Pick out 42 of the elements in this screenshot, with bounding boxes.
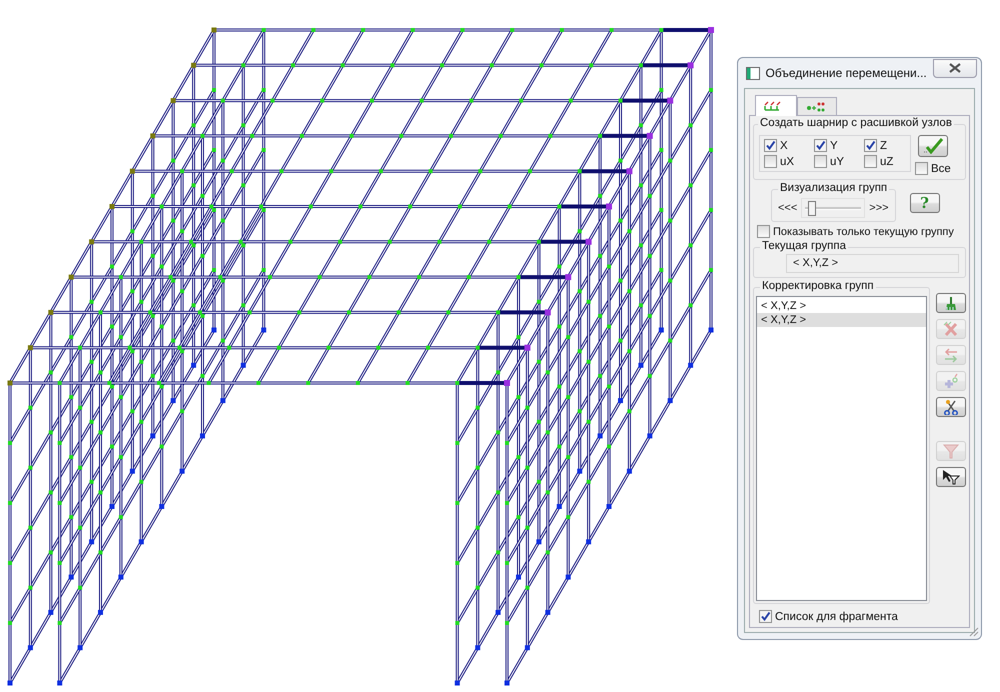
cross-icon (942, 321, 960, 337)
checkbox[interactable]: Список для фрагмента (753, 607, 898, 623)
current-group-field: < X,Y,Z > (786, 254, 959, 273)
cursor-funnel-icon (942, 469, 960, 485)
checkbox[interactable]: Показывать только текущую группу (753, 225, 954, 238)
group-title: Текущая группа (760, 240, 848, 252)
checkbox[interactable]: Все (915, 162, 951, 175)
resize-grip[interactable] (967, 625, 979, 637)
plus-icon (942, 373, 960, 389)
close-button[interactable] (932, 58, 977, 78)
help-button[interactable]: ? (910, 193, 940, 213)
group-title: Создать шарнир с расшивкой узлов (758, 117, 954, 129)
tool-button[interactable] (936, 467, 966, 487)
funnel-icon (942, 443, 960, 459)
checkmark-icon (815, 140, 826, 151)
group-title: Корректировка групп (760, 280, 876, 292)
checkbox[interactable]: X (764, 139, 814, 152)
slider[interactable] (801, 198, 866, 218)
grip-icon (967, 625, 979, 637)
close-icon (948, 63, 961, 73)
arrows-icon (942, 347, 960, 363)
window-title: Объединение перемещени... (766, 66, 927, 80)
app-icon (746, 66, 760, 80)
checkbox[interactable]: uX (764, 155, 814, 168)
checkbox[interactable]: uZ (864, 155, 906, 168)
apply-button[interactable] (918, 135, 948, 157)
list-item[interactable]: < X,Y,Z > (757, 299, 926, 313)
checkbox[interactable]: Z (864, 139, 906, 152)
slider-right-label: >>> (869, 202, 889, 214)
tab[interactable] (797, 97, 837, 115)
slider-left-label: <<< (778, 202, 798, 214)
checkmark-icon (865, 140, 876, 151)
checkbox[interactable]: uY (814, 155, 864, 168)
group-title: Визуализация групп (778, 182, 890, 194)
checkbox[interactable]: Y (814, 139, 864, 152)
checkmark-icon (922, 138, 944, 154)
checkmark-icon (760, 611, 771, 622)
list-item[interactable]: < X,Y,Z > (757, 313, 926, 327)
scissors-icon (942, 399, 960, 415)
tool-button[interactable] (936, 397, 966, 417)
checkmark-icon (765, 140, 776, 151)
tab[interactable] (755, 95, 797, 116)
